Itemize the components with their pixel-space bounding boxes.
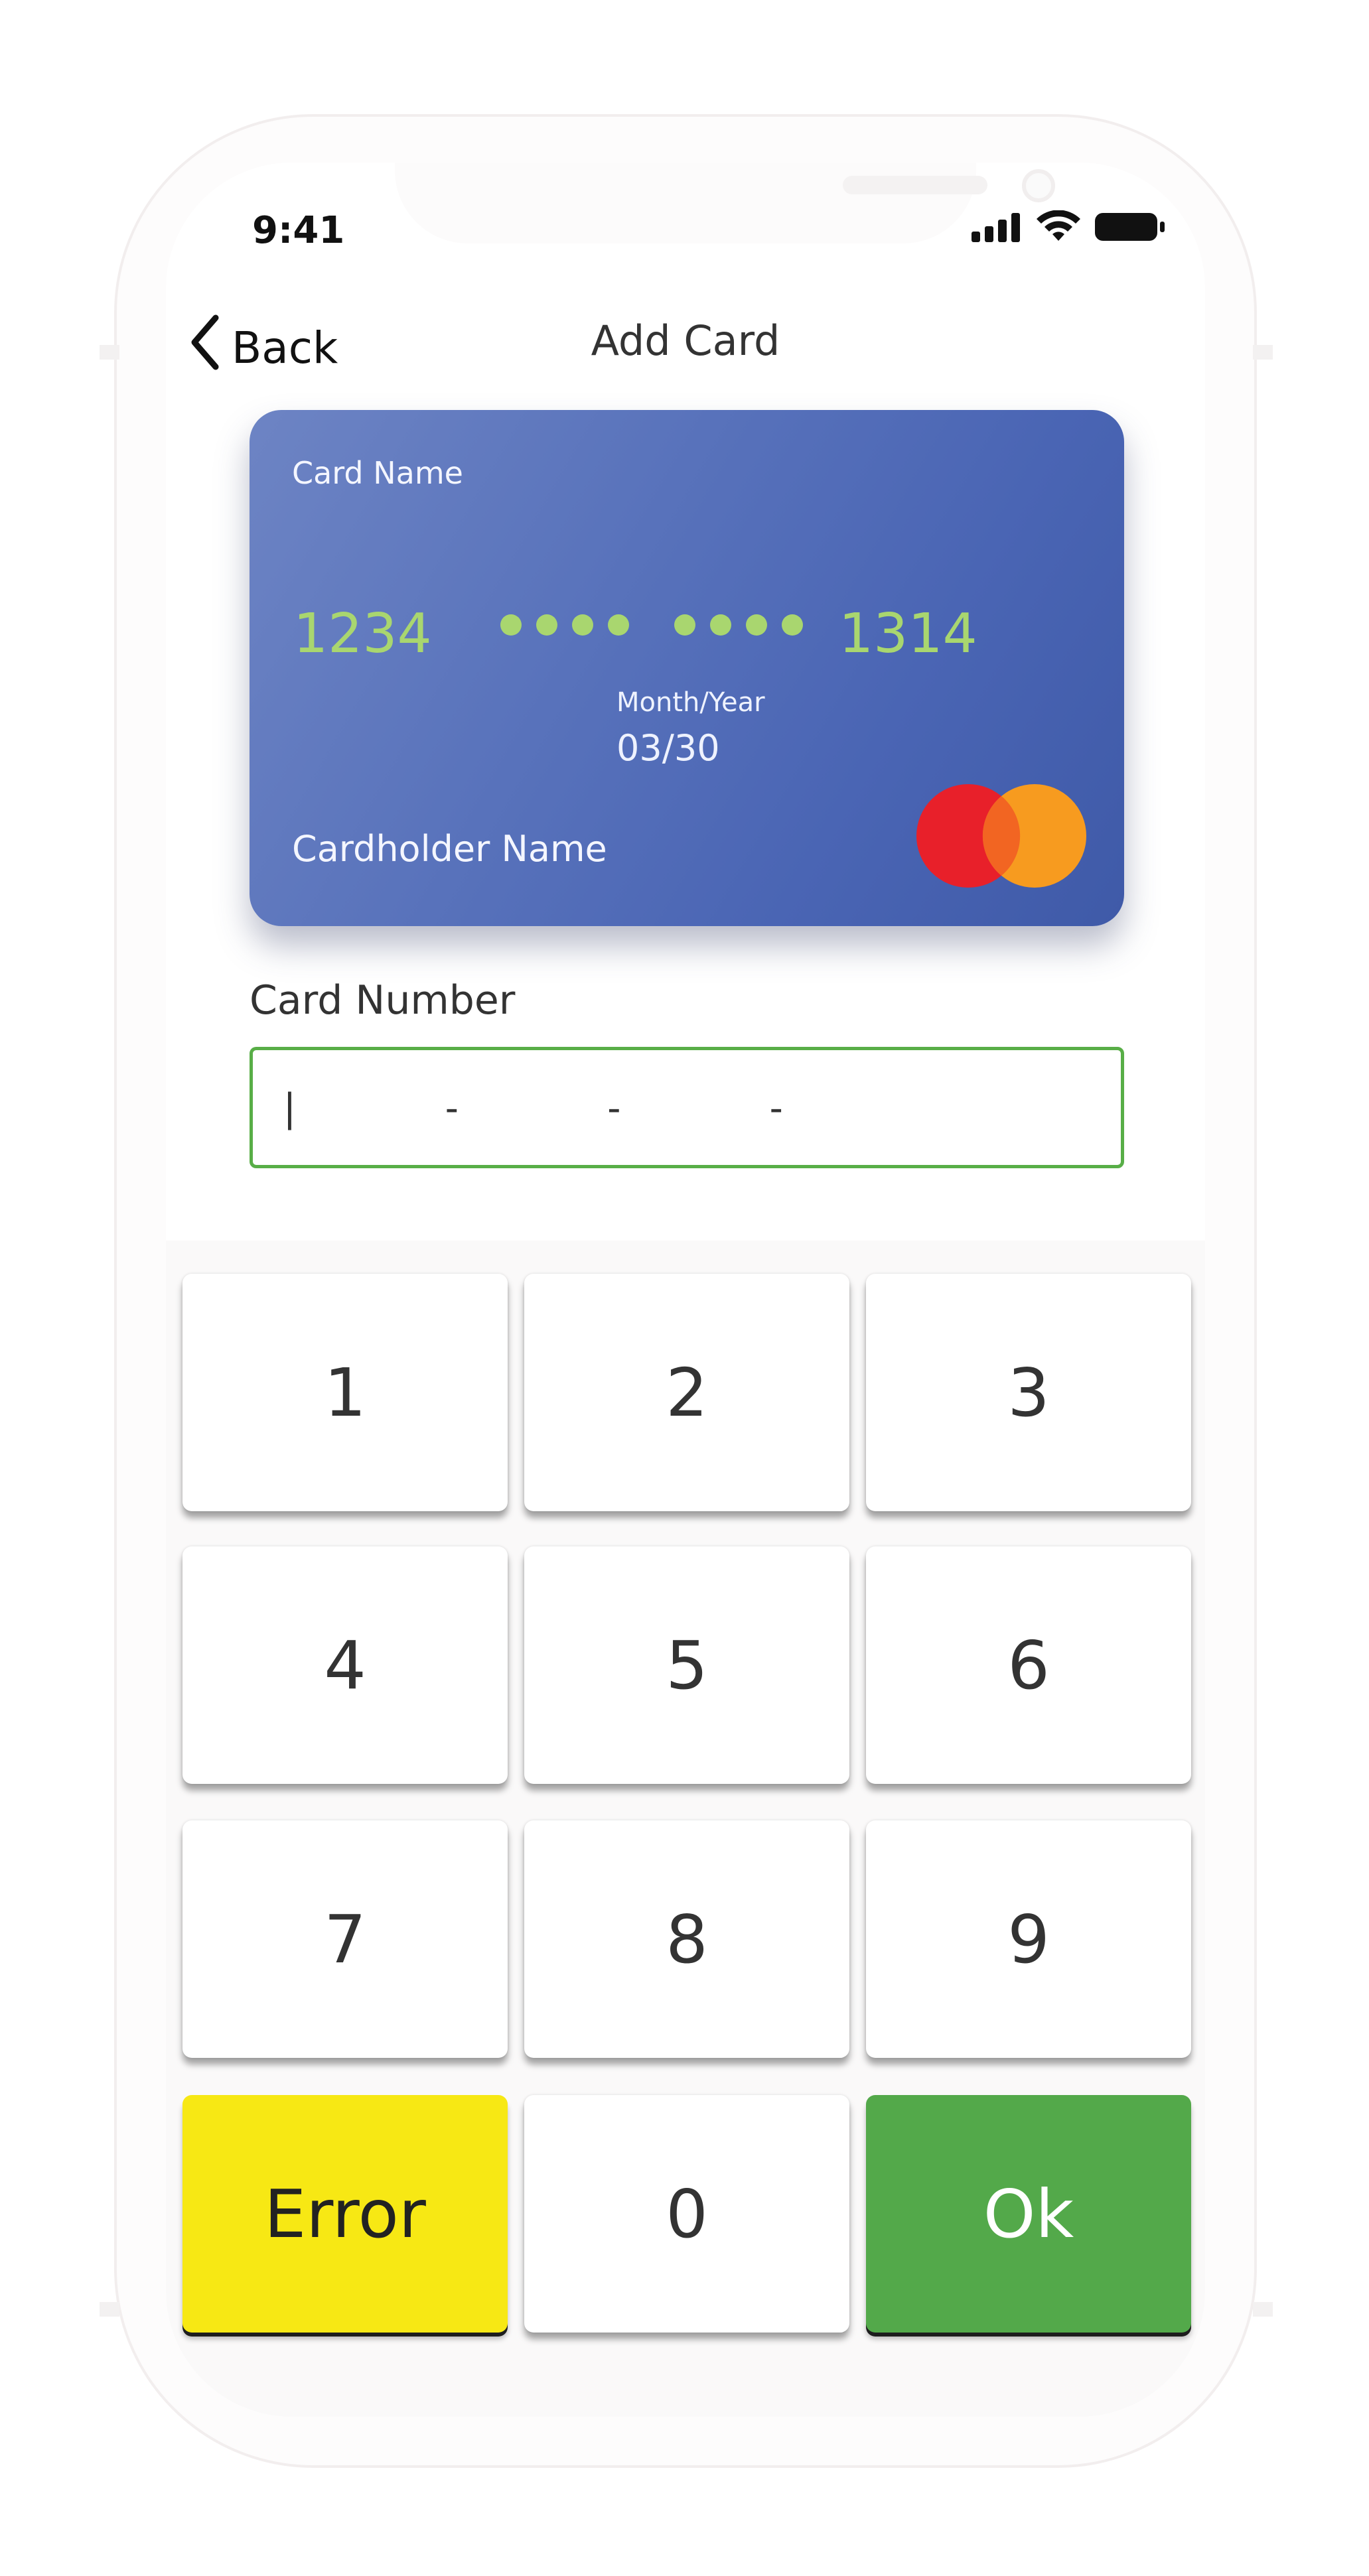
key-9[interactable]: 9	[866, 1820, 1191, 2058]
mask-dot	[710, 614, 731, 636]
status-time: 9:41	[252, 209, 345, 252]
card-number-first-group: 1234	[293, 602, 432, 665]
credit-card-preview: Card Name 1234 1314 Month/Year 03/30 Car…	[250, 410, 1124, 926]
card-number-input[interactable]: | - - -	[250, 1047, 1124, 1168]
notch	[395, 163, 1055, 243]
key-4[interactable]: 4	[182, 1546, 508, 1784]
mask-dot	[608, 614, 629, 636]
key-2[interactable]: 2	[524, 1274, 849, 1511]
side-button-right-bottom	[1253, 2302, 1273, 2317]
key-5[interactable]: 5	[524, 1546, 849, 1784]
key-0[interactable]: 0	[524, 2095, 849, 2333]
key-1[interactable]: 1	[182, 1274, 508, 1511]
side-button-left-bottom	[100, 2302, 119, 2317]
card-number-label: Card Number	[250, 977, 516, 1024]
speaker	[843, 176, 987, 194]
card-number-last-group: 1314	[839, 602, 977, 665]
month-year-label: Month/Year	[616, 687, 765, 718]
key-7[interactable]: 7	[182, 1820, 508, 2058]
card-name: Card Name	[292, 455, 463, 491]
side-button-left-top	[100, 345, 119, 360]
numeric-keypad: 1 2 3 4 5 6 7 8 9 Error 0 Ok	[166, 1241, 1205, 2417]
battery-icon	[1094, 210, 1165, 246]
card-number-masked-group	[500, 614, 629, 636]
key-8[interactable]: 8	[524, 1820, 849, 2058]
key-3[interactable]: 3	[866, 1274, 1191, 1511]
side-button-right-top	[1253, 345, 1273, 360]
mask-dot	[572, 614, 593, 636]
key-6[interactable]: 6	[866, 1546, 1191, 1784]
mask-dot	[500, 614, 522, 636]
cardholder-name: Cardholder Name	[292, 828, 607, 870]
status-icons	[972, 210, 1165, 246]
month-year-value: 03/30	[616, 727, 720, 769]
phone-screen: 9:41 Back Add Card Card Name 1234 1314 M…	[166, 163, 1205, 2417]
page-title: Add Card	[591, 316, 780, 365]
mask-dot	[746, 614, 767, 636]
mastercard-logo-icon	[915, 783, 1088, 889]
wifi-icon	[1035, 210, 1082, 246]
mask-dot	[782, 614, 803, 636]
error-button[interactable]: Error	[182, 2095, 508, 2333]
ok-button[interactable]: Ok	[866, 2095, 1191, 2333]
signal-icon	[972, 212, 1023, 245]
front-camera	[1022, 169, 1055, 202]
mask-dot	[536, 614, 557, 636]
card-number-masked-group	[674, 614, 803, 636]
mask-dot	[674, 614, 695, 636]
